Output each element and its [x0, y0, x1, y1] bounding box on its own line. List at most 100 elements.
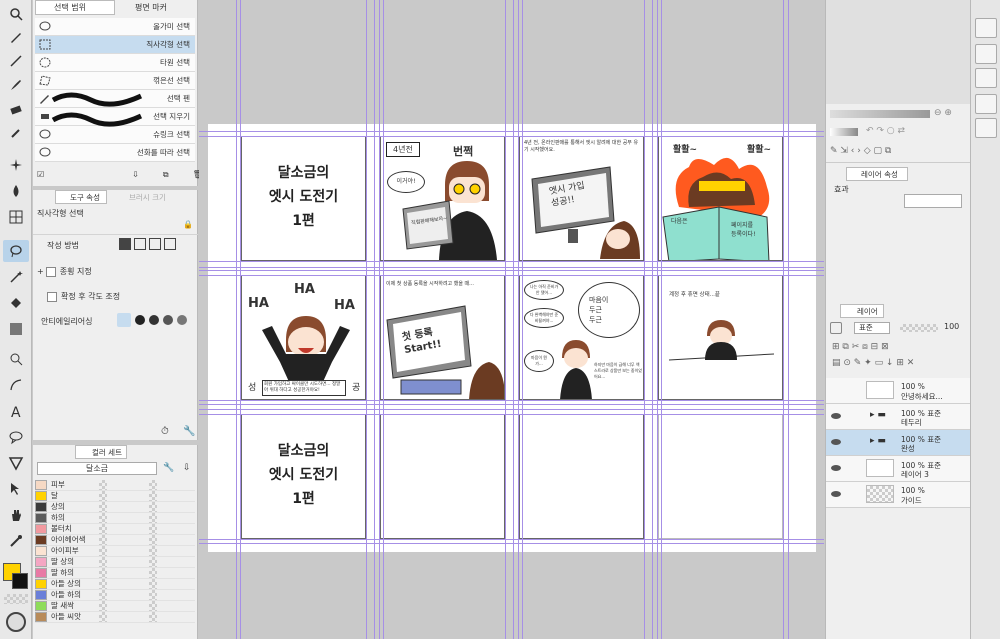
sub-tool-item[interactable]: 선화를 따라 선택 — [35, 144, 195, 162]
tab-layer[interactable]: 레이어 — [840, 304, 884, 318]
layers-icon[interactable] — [975, 118, 997, 138]
color-swatch-row[interactable]: 딸 새싹 — [35, 600, 195, 612]
ruler-icon[interactable] — [3, 452, 29, 474]
gradient-slider[interactable] — [830, 128, 858, 136]
color-swatch-row[interactable]: 딸 하의 — [35, 567, 195, 579]
tab-flat-marker[interactable]: 평면 마커 — [117, 0, 195, 15]
eye-icon[interactable] — [831, 438, 841, 446]
pencil-icon[interactable] — [3, 50, 29, 72]
wand-icon[interactable] — [3, 266, 29, 288]
layer-tools-2[interactable]: ▤ ⊙ ✎ ✦ ▭ ↓ ⊞ ✕ — [832, 358, 914, 368]
hand-icon[interactable] — [3, 504, 29, 526]
color-swatch[interactable] — [35, 545, 47, 556]
sparkle-icon[interactable] — [3, 154, 29, 176]
blend-mode-select[interactable]: 표준 — [854, 322, 890, 334]
color-swatch-row[interactable]: 아들 하의 — [35, 589, 195, 601]
aspect-checkbox[interactable] — [45, 266, 56, 277]
sub-color-swatch[interactable] — [12, 573, 28, 589]
zoom-icon[interactable] — [3, 3, 29, 25]
opacity-value[interactable]: 100 — [944, 322, 959, 331]
color-swatch[interactable] — [35, 567, 47, 578]
aspect-row[interactable]: + 종횡 지정 — [37, 266, 92, 277]
color-swatch-row[interactable]: 아이헤어색 — [35, 534, 195, 546]
effect-buttons[interactable] — [904, 194, 962, 208]
gradient-icon[interactable] — [3, 318, 29, 340]
layer-row[interactable]: 100 % 안녕하세요... — [826, 378, 971, 404]
layer-color-icon[interactable] — [830, 322, 842, 334]
tab-tool-property[interactable]: 도구 속성 — [55, 190, 107, 204]
text-icon[interactable]: A — [3, 400, 29, 422]
opacity-bar[interactable] — [900, 324, 938, 332]
color-swatch[interactable] — [35, 556, 47, 567]
color-swatch[interactable] — [35, 490, 47, 501]
method-intersect-button[interactable] — [164, 238, 176, 250]
transparent-color-swatch[interactable] — [4, 594, 28, 604]
figure-icon[interactable] — [3, 348, 29, 370]
color-swatch[interactable] — [35, 611, 47, 622]
layer-row[interactable]: 100 % 가이드 — [826, 482, 971, 508]
lasso-icon[interactable] — [3, 240, 29, 262]
sub-tool-item[interactable]: 타원 선택 — [35, 54, 195, 72]
eye-icon[interactable] — [831, 412, 841, 420]
color-swatch[interactable] — [35, 534, 47, 545]
nav-controls[interactable]: ✎ ⇲ ‹ › ◇ ▢ ⧉ — [830, 146, 891, 156]
zoom-controls[interactable]: ⊖ ⊕ — [934, 108, 952, 118]
sub-tool-copy-icon[interactable]: ⧉ — [163, 170, 169, 180]
color-swatch[interactable] — [35, 589, 47, 600]
color-swatch-row[interactable]: 상의 — [35, 501, 195, 513]
sub-tool-item[interactable]: 슈링크 선택 — [35, 126, 195, 144]
color-set-import-icon[interactable]: ⇩ — [183, 463, 191, 473]
method-add-button[interactable] — [134, 238, 146, 250]
brush-icon[interactable] — [3, 74, 29, 96]
color-set-select[interactable]: 달소금 — [37, 462, 157, 475]
frame-icon[interactable] — [3, 206, 29, 228]
eraser-icon[interactable] — [3, 98, 29, 120]
lock-icon[interactable]: 🔒 — [183, 220, 193, 229]
color-swatch[interactable] — [35, 523, 47, 534]
color-swatch[interactable] — [35, 512, 47, 523]
eye-icon[interactable] — [831, 490, 841, 498]
color-swatch-row[interactable]: 달 — [35, 490, 195, 502]
layer-row[interactable]: ▸ ▬ 100 % 표준 완성 — [826, 430, 971, 456]
pen-icon[interactable] — [3, 26, 29, 48]
tab-brush-size[interactable]: 브러시 크기 — [117, 190, 166, 204]
reset-icon[interactable]: ⏱ — [161, 426, 169, 437]
sub-tool-item[interactable]: 직사각형 선택 — [35, 36, 195, 54]
method-new-button[interactable] — [119, 238, 131, 250]
color-swatch-row[interactable]: 볼터치 — [35, 523, 195, 535]
color-swatch[interactable] — [35, 501, 47, 512]
layers-icon[interactable] — [975, 94, 997, 114]
canvas-area[interactable]: 달소금의 엣시 도전기 1편 4년전 번쩍 이거야! 직접판매해보자~ 4년 전… — [199, 0, 824, 639]
method-subtract-button[interactable] — [149, 238, 161, 250]
tab-layer-property[interactable]: 레이어 속성 — [846, 167, 908, 181]
layer-row[interactable]: ▸ ▬ 100 % 표준 테두리 — [826, 404, 971, 430]
panel-icon[interactable] — [975, 44, 997, 64]
angle-row[interactable]: 확정 후 각도 조정 — [47, 291, 120, 302]
color-swatch-row[interactable]: 아들 상의 — [35, 578, 195, 590]
curve-icon[interactable] — [3, 374, 29, 396]
eye-icon[interactable] — [831, 464, 841, 472]
color-swatch-row[interactable]: 피부 — [35, 479, 195, 491]
color-swatch-row[interactable]: 하의 — [35, 512, 195, 524]
color-swatch[interactable] — [35, 479, 47, 490]
opacity-slider[interactable] — [830, 110, 930, 118]
operation-icon[interactable] — [3, 478, 29, 500]
color-swatch-row[interactable]: 아이피부 — [35, 545, 195, 557]
eyedropper-icon[interactable] — [3, 530, 29, 552]
bucket-icon[interactable] — [3, 292, 29, 314]
layer-row[interactable]: 100 % 표준 레이어 3 — [826, 456, 971, 482]
color-swatch[interactable] — [35, 578, 47, 589]
color-set-settings-icon[interactable]: 🔧 — [163, 463, 174, 473]
wrench-icon[interactable]: 🔧 — [183, 426, 195, 437]
fill-drop-icon[interactable] — [3, 180, 29, 202]
rotate-controls[interactable]: ↶ ↷ ○ ⇄ — [866, 126, 905, 136]
comic-page[interactable]: 달소금의 엣시 도전기 1편 4년전 번쩍 이거야! 직접판매해보자~ 4년 전… — [208, 124, 816, 552]
color-swatch-row[interactable]: 아들 씨앗 — [35, 611, 195, 623]
color-swatch-row[interactable]: 딸 상의 — [35, 556, 195, 568]
balloon-icon[interactable] — [3, 426, 29, 448]
color-swatch[interactable] — [35, 600, 47, 611]
save-icon[interactable] — [975, 68, 997, 88]
tab-color-set[interactable]: 컬러 세트 — [75, 445, 127, 459]
layer-tools[interactable]: ⊞ ⧉ ✂ ⧈ ⊟ ⊠ — [832, 342, 889, 352]
antialias-options[interactable] — [117, 313, 187, 327]
